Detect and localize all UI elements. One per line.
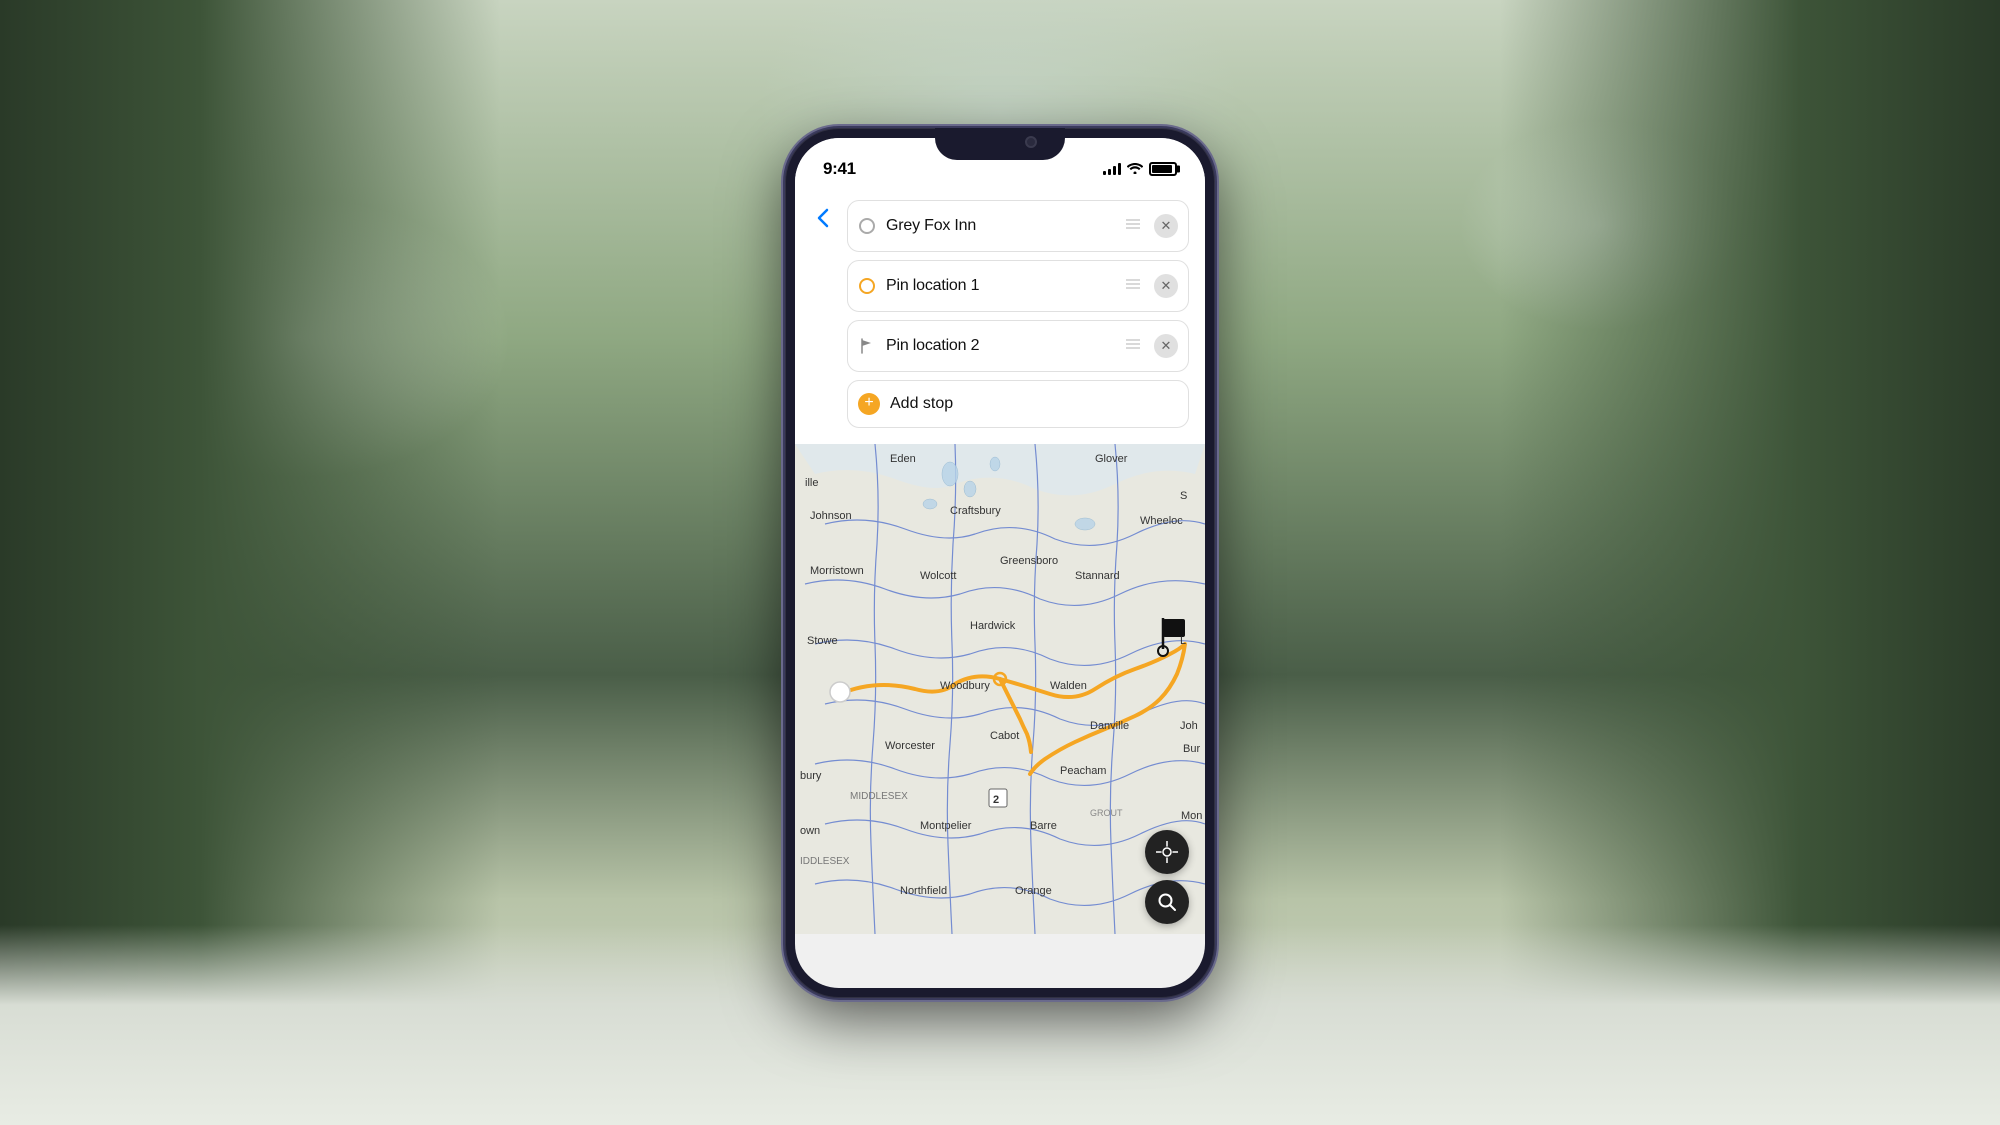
stop-name-2: Pin location 2	[886, 337, 1112, 355]
svg-text:Worcester: Worcester	[885, 740, 935, 752]
bar3	[1113, 166, 1116, 175]
map-area[interactable]: Eden Glover ille Johnson Craftsbury Whee…	[795, 444, 1205, 934]
stop-icon-0	[858, 217, 876, 235]
close-x-icon-2: ✕	[1161, 339, 1172, 352]
close-x-icon-0: ✕	[1161, 219, 1172, 232]
drag-handle-1[interactable]	[1122, 273, 1144, 299]
svg-text:2: 2	[993, 794, 999, 806]
status-time: 9:41	[823, 159, 856, 179]
stop-name-0: Grey Fox Inn	[886, 217, 1112, 235]
svg-text:GROUT: GROUT	[1090, 808, 1123, 818]
drag-handle-0[interactable]	[1122, 213, 1144, 239]
svg-text:Johnson: Johnson	[810, 510, 852, 522]
bar2	[1108, 169, 1111, 175]
bar1	[1103, 171, 1106, 175]
svg-text:Eden: Eden	[890, 453, 916, 465]
search-icon	[1157, 892, 1177, 912]
map-svg: Eden Glover ille Johnson Craftsbury Whee…	[795, 444, 1205, 934]
add-stop-button[interactable]: + Add stop	[847, 380, 1189, 428]
svg-text:bury: bury	[800, 770, 822, 782]
stop-icon-2	[858, 337, 876, 355]
camera	[1025, 136, 1037, 148]
svg-text:Woodbury: Woodbury	[940, 680, 990, 692]
route-stop-0[interactable]: Grey Fox Inn ✕	[847, 200, 1189, 252]
svg-text:L: L	[1180, 635, 1186, 647]
circle-empty-icon	[859, 218, 875, 234]
close-x-icon-1: ✕	[1161, 279, 1172, 292]
wifi-icon	[1127, 161, 1143, 177]
flag-icon	[859, 338, 875, 354]
stop-name-1: Pin location 1	[886, 277, 1112, 295]
location-button[interactable]	[1145, 830, 1189, 874]
svg-text:Mon: Mon	[1181, 810, 1202, 822]
status-icons	[1103, 161, 1177, 177]
screen: 9:41	[795, 138, 1205, 988]
signal-bars-icon	[1103, 163, 1121, 175]
svg-text:Peacham: Peacham	[1060, 765, 1106, 777]
svg-text:Wheeloc: Wheeloc	[1140, 515, 1183, 527]
svg-text:Northfield: Northfield	[900, 885, 947, 897]
drag-handle-2[interactable]	[1122, 333, 1144, 359]
search-button[interactable]	[1145, 880, 1189, 924]
add-stop-label: Add stop	[890, 395, 953, 413]
svg-text:Bur: Bur	[1183, 743, 1200, 755]
svg-text:Barre: Barre	[1030, 820, 1057, 832]
svg-text:ille: ille	[805, 477, 818, 489]
svg-text:Montpelier: Montpelier	[920, 820, 972, 832]
phone-frame: 9:41	[785, 128, 1215, 998]
svg-text:Wolcott: Wolcott	[920, 570, 956, 582]
svg-text:Stowe: Stowe	[807, 635, 838, 647]
svg-text:Craftsbury: Craftsbury	[950, 505, 1001, 517]
circle-yellow-icon	[859, 278, 875, 294]
close-button-2[interactable]: ✕	[1154, 334, 1178, 358]
svg-text:Glover: Glover	[1095, 453, 1128, 465]
add-plus-icon: +	[858, 393, 880, 415]
route-stop-2[interactable]: Pin location 2 ✕	[847, 320, 1189, 372]
svg-text:Joh: Joh	[1180, 720, 1198, 732]
route-panel-container: Grey Fox Inn ✕	[795, 190, 1205, 444]
svg-text:Walden: Walden	[1050, 680, 1087, 692]
svg-text:Orange: Orange	[1015, 885, 1052, 897]
route-stop-1[interactable]: Pin location 1 ✕	[847, 260, 1189, 312]
route-stops-container: Grey Fox Inn ✕	[795, 190, 1205, 444]
svg-text:Hardwick: Hardwick	[970, 620, 1016, 632]
back-button[interactable]	[807, 202, 839, 234]
phone-wrapper: 9:41	[785, 128, 1215, 998]
battery-icon	[1149, 162, 1177, 176]
battery-fill	[1152, 165, 1172, 173]
stop-icon-1	[858, 277, 876, 295]
svg-text:Stannard: Stannard	[1075, 570, 1120, 582]
svg-text:Greensboro: Greensboro	[1000, 555, 1058, 567]
svg-text:S: S	[1180, 490, 1187, 502]
svg-text:IDDLESEX: IDDLESEX	[800, 856, 850, 867]
svg-text:MIDDLESEX: MIDDLESEX	[850, 791, 908, 802]
svg-text:Danville: Danville	[1090, 720, 1129, 732]
notch	[935, 128, 1065, 160]
svg-text:own: own	[800, 825, 820, 837]
plus-sign: +	[864, 395, 873, 411]
close-button-0[interactable]: ✕	[1154, 214, 1178, 238]
bar4	[1118, 163, 1121, 175]
svg-text:Cabot: Cabot	[990, 730, 1019, 742]
svg-text:Morristown: Morristown	[810, 565, 864, 577]
close-button-1[interactable]: ✕	[1154, 274, 1178, 298]
crosshair-icon	[1156, 841, 1178, 863]
